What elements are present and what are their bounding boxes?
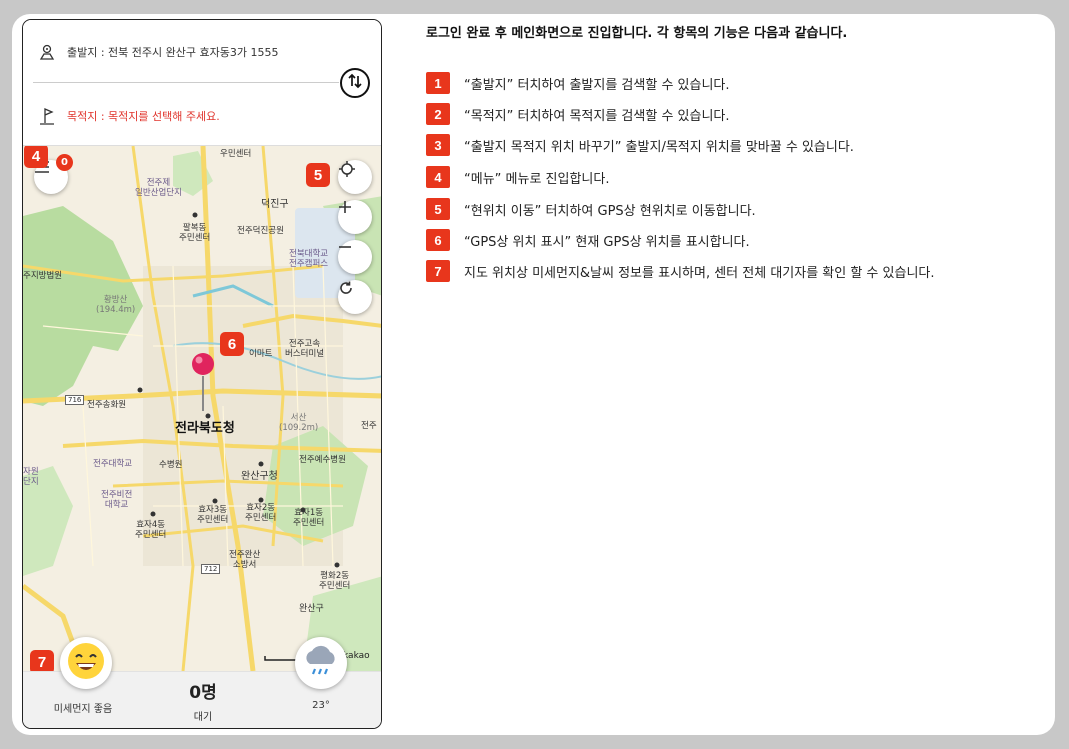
swap-arrows-icon xyxy=(346,72,364,94)
map-label-wansangu: 완산구 xyxy=(299,604,324,614)
feature-item: 7 지도 위치상 미세먼지&날씨 정보를 표시하며, 센터 전체 대기자를 확인… xyxy=(426,260,935,282)
route-panel: 출발지 : 전북 전주시 완산구 효자동3가 1555 목적지 : 목적지를 선… xyxy=(23,20,381,146)
route-divider xyxy=(33,82,339,83)
feature-number: 2 xyxy=(426,103,450,125)
origin-pin-icon xyxy=(37,42,57,62)
map-label-industrial: 전주제 일반산업단지 xyxy=(135,178,182,198)
map-label-road-712: 712 xyxy=(201,564,221,575)
callout-4: 4 xyxy=(24,144,48,168)
origin-text: 출발지 : 전북 전주시 완산구 효자동3가 1555 xyxy=(67,46,279,59)
swap-route-button[interactable] xyxy=(340,68,370,98)
feature-text: 지도 위치상 미세먼지&날씨 정보를 표시하며, 센터 전체 대기자를 확인 할… xyxy=(464,265,935,281)
callout-5: 5 xyxy=(306,163,330,187)
map-label-jbnu: 전북대학교 전주캠퍼스 xyxy=(289,249,329,269)
destination-row[interactable]: 목적지 : 목적지를 선택해 주세요. xyxy=(37,106,220,126)
map-label-yesu-hospital: 전주예수병원 xyxy=(299,455,346,465)
feature-text: “출발지 목적지 위치 바꾸기” 출발지/목적지 위치를 맞바꿀 수 있습니다. xyxy=(464,139,854,155)
map-label-express-terminal: 전주고속 버스터미널 xyxy=(285,339,325,359)
feature-item: 3 “출발지 목적지 위치 바꾸기” 출발지/목적지 위치를 맞바꿀 수 있습니… xyxy=(426,134,854,156)
map-label-hyoja4: 효자4동 주민센터 xyxy=(135,520,167,540)
phone-screen: 출발지 : 전북 전주시 완산구 효자동3가 1555 목적지 : 목적지를 선… xyxy=(22,19,382,729)
map-label-pyeonghwa2: 평화2동 주민센터 xyxy=(319,571,351,591)
map-label-emart: 이마트 xyxy=(249,349,273,359)
feature-item: 6 “GPS상 위치 표시” 현재 GPS상 위치를 표시합니다. xyxy=(426,229,750,251)
feature-number: 7 xyxy=(426,260,450,282)
feature-text: “출발지” 터치하여 출발지를 검색할 수 있습니다. xyxy=(464,77,730,93)
feature-number: 3 xyxy=(426,134,450,156)
waiting-label: 대기 xyxy=(193,712,213,723)
feature-number: 1 xyxy=(426,72,450,94)
menu-count-badge: 0 xyxy=(56,154,73,171)
map-label-road-716: 716 xyxy=(65,395,85,406)
dust-status-button[interactable] xyxy=(60,637,112,689)
zoom-out-button[interactable] xyxy=(338,240,372,274)
map-label-jeonju-univ: 전주대학교 xyxy=(93,459,133,469)
map-label-hwangbangsan: 황방산 (194.4m) xyxy=(96,295,136,315)
feature-number: 5 xyxy=(426,198,450,220)
feature-item: 1 “출발지” 터치하여 출발지를 검색할 수 있습니다. xyxy=(426,72,730,94)
callout-6: 6 xyxy=(220,332,244,356)
map-label-fire-station: 전주완산 소방서 xyxy=(229,550,261,570)
current-location-button[interactable] xyxy=(338,160,372,194)
rain-cloud-icon xyxy=(302,644,340,682)
map-label-songhwawon: 전주송화원 xyxy=(87,400,127,410)
happy-face-icon xyxy=(66,641,106,685)
map-label-jeonju-edge: 전주 xyxy=(361,421,377,431)
map-label-court: 주지방법원 xyxy=(23,271,63,281)
map-label-center-top: 우민센터 xyxy=(220,149,252,159)
map-label-vision-college: 전주비전 대학교 xyxy=(101,490,133,510)
destination-text: 목적지 : 목적지를 선택해 주세요. xyxy=(67,110,220,123)
feature-text: “GPS상 위치 표시” 현재 GPS상 위치를 표시합니다. xyxy=(464,234,750,250)
map-label-wansan-office: 완산구청 xyxy=(241,471,278,482)
map-label-hyoja2: 효자2동 주민센터 xyxy=(245,503,277,523)
feature-item: 4 “메뉴” 메뉴로 진입합니다. xyxy=(426,166,609,188)
map-label-hyoja3: 효자3동 주민센터 xyxy=(197,505,229,525)
destination-flag-icon xyxy=(37,106,57,126)
map-label-seosan: 서산 (109.2m) xyxy=(279,413,319,433)
weather-button[interactable] xyxy=(295,637,347,689)
map-label-left-edge: 자원 단지 xyxy=(23,467,39,487)
intro-text: 로그인 완료 후 메인화면으로 진입합니다. 각 항목의 기능은 다음과 같습니… xyxy=(426,26,848,41)
zoom-in-button[interactable] xyxy=(338,200,372,234)
feature-number: 6 xyxy=(426,229,450,251)
refresh-button[interactable] xyxy=(338,280,372,314)
feature-text: “현위치 이동” 터치하여 GPS상 현위치로 이동합니다. xyxy=(464,203,756,219)
temperature-label: 23° xyxy=(312,700,330,711)
feature-item: 5 “현위치 이동” 터치하여 GPS상 현위치로 이동합니다. xyxy=(426,198,756,220)
map-label-hyoja1: 효자1동 주민센터 xyxy=(293,508,325,528)
map-label-deokjin-park: 전주덕진공원 xyxy=(237,226,284,236)
feature-item: 2 “목적지” 터치하여 목적지를 검색할 수 있습니다. xyxy=(426,103,730,125)
map-label-provincial-office: 전라북도청 xyxy=(175,421,235,436)
map-label-palbok: 팔복동 주민센터 xyxy=(179,223,211,243)
dust-status-label: 미세먼지 좋음 xyxy=(53,704,113,715)
map-view[interactable]: 전주제 일반산업단지 우민센터 팔복동 주민센터 덕진구 전주덕진공원 전북대학교 전… xyxy=(23,146,381,671)
kakao-logo: kakao xyxy=(343,651,370,661)
origin-row[interactable]: 출발지 : 전북 전주시 완산구 효자동3가 1555 xyxy=(37,42,278,62)
feature-text: “목적지” 터치하여 목적지를 검색할 수 있습니다. xyxy=(464,108,730,124)
map-label-deokjin: 덕진구 xyxy=(261,199,289,210)
feature-text: “메뉴” 메뉴로 진입합니다. xyxy=(464,171,610,187)
map-label-subyeongwon: 수병원 xyxy=(159,460,183,470)
waiting-count: 0명 xyxy=(189,683,217,703)
feature-number: 4 xyxy=(426,166,450,188)
